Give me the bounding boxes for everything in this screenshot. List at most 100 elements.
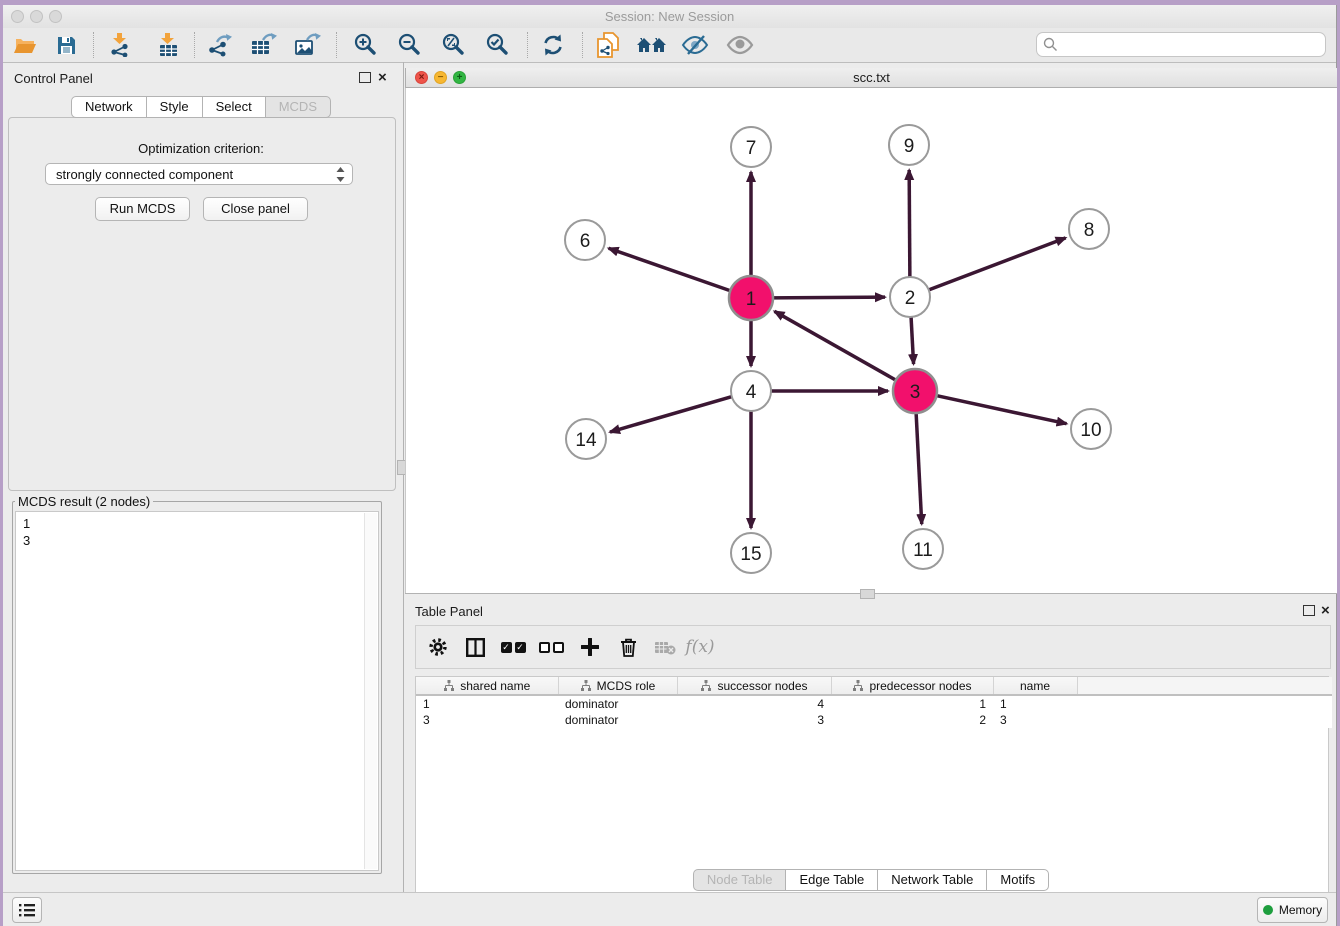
graph-node-1[interactable] (729, 276, 773, 320)
graph-node-11[interactable] (903, 529, 943, 569)
float-panel-icon[interactable] (1303, 605, 1315, 616)
node-table: shared name MCDS role successor nodes pr… (416, 677, 1332, 728)
run-mcds-button[interactable]: Run MCDS (95, 197, 190, 221)
graph-edge-2-9[interactable] (909, 170, 910, 279)
import-network-icon[interactable] (103, 31, 137, 59)
network-close-icon[interactable]: × (415, 71, 428, 84)
delete-column-icon[interactable] (612, 633, 644, 661)
deselect-all-checkboxes-icon[interactable] (535, 633, 567, 661)
tab-select[interactable]: Select (202, 96, 266, 118)
graph-edge-2-3[interactable] (911, 315, 914, 364)
graph-node-2[interactable] (890, 277, 930, 317)
close-panel-icon[interactable]: × (1321, 606, 1330, 616)
delete-table-icon[interactable] (649, 633, 681, 661)
graph-node-8[interactable] (1069, 209, 1109, 249)
desktop: { "window": { "title": "Session: New Ses… (0, 0, 1340, 926)
refresh-icon[interactable] (536, 31, 570, 59)
column-type-icon (580, 680, 592, 691)
optimization-value: strongly connected component (56, 167, 233, 182)
network-canvas[interactable]: 7968124314101511 (405, 88, 1337, 593)
window-zoom-icon[interactable] (49, 10, 62, 23)
tab-network-table[interactable]: Network Table (877, 869, 987, 891)
graph-edge-4-14[interactable] (610, 396, 734, 432)
tab-network[interactable]: Network (71, 96, 147, 118)
memory-button[interactable]: Memory (1257, 897, 1328, 923)
table-settings-icon[interactable] (422, 633, 454, 661)
tab-style[interactable]: Style (146, 96, 203, 118)
main-toolbar (3, 28, 1336, 63)
mcds-result-title: MCDS result (2 nodes) (15, 494, 153, 509)
select-stepper-icon (335, 166, 346, 190)
table-cell: 3 (993, 712, 1077, 728)
graph-edge-3-11[interactable] (916, 411, 922, 524)
graph-edge-1-6[interactable] (609, 248, 733, 291)
table-cell: 3 (416, 712, 558, 728)
memory-status-icon (1263, 905, 1273, 915)
zoom-in-icon[interactable] (348, 31, 382, 59)
table-toolbar: ✓✓ f(x) (415, 625, 1331, 669)
tab-motifs[interactable]: Motifs (986, 869, 1049, 891)
graph-node-15[interactable] (731, 533, 771, 573)
export-table-icon[interactable] (247, 31, 281, 59)
show-columns-icon[interactable] (459, 633, 491, 661)
close-panel-button[interactable]: Close panel (203, 197, 308, 221)
apply-function-icon[interactable]: f(x) (684, 633, 716, 661)
toolbar-separator (93, 32, 94, 58)
column-type-icon (443, 680, 455, 691)
graph-node-3[interactable] (893, 369, 937, 413)
duplicate-network-icon[interactable] (591, 31, 625, 59)
graph-node-10[interactable] (1071, 409, 1111, 449)
col-header-predecessor-nodes[interactable]: predecessor nodes (831, 677, 993, 695)
save-session-icon[interactable] (49, 31, 83, 59)
tab-edge-table[interactable]: Edge Table (785, 869, 878, 891)
zoom-selected-icon[interactable] (480, 31, 514, 59)
window-close-icon[interactable] (11, 10, 24, 23)
col-header-successor-nodes[interactable]: successor nodes (677, 677, 831, 695)
scrollbar[interactable] (364, 513, 377, 869)
open-session-icon[interactable] (8, 31, 42, 59)
graph-edge-2-8[interactable] (927, 238, 1066, 291)
mcds-result-area[interactable]: 1 3 (15, 511, 379, 871)
export-network-icon[interactable] (203, 31, 237, 59)
network-title-bar: × − + scc.txt (405, 68, 1337, 88)
first-neighbors-icon[interactable] (635, 31, 669, 59)
table-row[interactable]: 1dominator411 (416, 695, 1332, 712)
show-all-icon[interactable] (723, 31, 757, 59)
graph-edge-3-10[interactable] (935, 395, 1067, 424)
close-panel-icon[interactable]: × (378, 73, 387, 83)
add-column-icon[interactable] (574, 633, 606, 661)
column-type-icon (700, 680, 712, 691)
tab-mcds[interactable]: MCDS (265, 96, 331, 118)
optimization-select[interactable]: strongly connected component (45, 163, 353, 185)
window-minimize-icon[interactable] (30, 10, 43, 23)
column-type-icon (852, 680, 864, 691)
graph-edge-3-1[interactable] (774, 311, 897, 381)
graph-edge-1-2[interactable] (771, 297, 885, 298)
float-panel-icon[interactable] (359, 72, 371, 83)
graph-node-9[interactable] (889, 125, 929, 165)
graph-node-7[interactable] (731, 127, 771, 167)
search-input[interactable] (1036, 32, 1326, 57)
col-header-shared-name[interactable]: shared name (416, 677, 558, 695)
table-cell-filler (1077, 712, 1332, 728)
network-title: scc.txt (406, 68, 1337, 87)
panel-divider[interactable] (403, 62, 404, 893)
tab-node-table[interactable]: Node Table (693, 869, 787, 891)
network-minimize-icon[interactable]: − (434, 71, 447, 84)
graph-node-6[interactable] (565, 220, 605, 260)
table-cell: 1 (416, 695, 558, 712)
graph-node-14[interactable] (566, 419, 606, 459)
table-row[interactable]: 3dominator323 (416, 712, 1332, 728)
network-maximize-icon[interactable]: + (453, 71, 466, 84)
zoom-out-icon[interactable] (392, 31, 426, 59)
col-header-mcds-role[interactable]: MCDS role (558, 677, 677, 695)
hide-selected-icon[interactable] (678, 31, 712, 59)
zoom-fit-icon[interactable] (436, 31, 470, 59)
graph-node-4[interactable] (731, 371, 771, 411)
task-history-button[interactable] (12, 897, 42, 923)
select-all-checkboxes-icon[interactable]: ✓✓ (497, 633, 529, 661)
export-image-icon[interactable] (291, 31, 325, 59)
col-header-name[interactable]: name (993, 677, 1077, 695)
import-table-icon[interactable] (151, 31, 185, 59)
toolbar-separator (336, 32, 337, 58)
